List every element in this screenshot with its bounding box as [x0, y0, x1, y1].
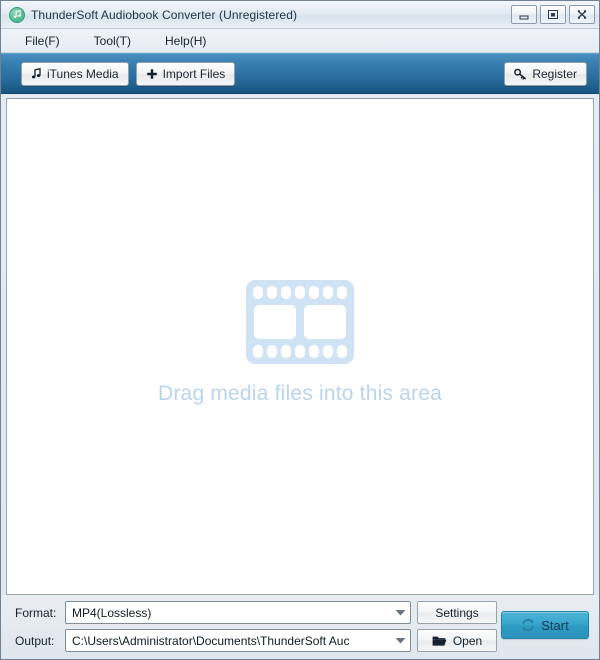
main-toolbar: iTunes Media Import Files Register — [1, 53, 599, 94]
title-bar: ThunderSoft Audiobook Converter (Unregis… — [1, 1, 599, 29]
format-value: MP4(Lossless) — [72, 605, 152, 620]
toolbar-left-group: iTunes Media Import Files — [21, 61, 236, 86]
key-icon — [514, 68, 527, 80]
open-button[interactable]: Open — [417, 629, 497, 652]
media-drop-area[interactable]: Drag media files into this area — [6, 98, 594, 595]
minimize-button[interactable] — [511, 5, 537, 24]
window-title: ThunderSoft Audiobook Converter (Unregis… — [31, 7, 298, 22]
chevron-down-icon[interactable] — [390, 630, 410, 651]
maximize-button[interactable] — [540, 5, 566, 24]
folder-icon — [432, 636, 447, 646]
register-label: Register — [532, 66, 577, 81]
itunes-media-label: iTunes Media — [47, 66, 119, 81]
itunes-media-button[interactable]: iTunes Media — [21, 61, 129, 86]
chevron-down-icon[interactable] — [390, 602, 410, 623]
menu-bar: File(F) Tool(T) Help(H) — [1, 29, 599, 53]
plus-icon — [146, 68, 157, 79]
content-wrapper: Drag media files into this area — [1, 94, 599, 595]
output-select[interactable]: C:\Users\Administrator\Documents\Thunder… — [65, 629, 411, 652]
output-value: C:\Users\Administrator\Documents\Thunder… — [72, 633, 350, 648]
close-icon — [577, 10, 587, 19]
output-label: Output: — [15, 633, 55, 648]
close-button[interactable] — [569, 5, 595, 24]
music-note-icon — [31, 67, 41, 78]
film-strip-icon — [244, 278, 356, 366]
toolbar-right-group: Register — [504, 61, 587, 86]
drop-hint-text: Drag media files into this area — [158, 381, 442, 405]
open-label: Open — [452, 633, 483, 648]
format-label: Format: — [15, 605, 57, 620]
music-note-app-icon — [9, 6, 25, 23]
drop-placeholder: Drag media files into this area — [158, 278, 442, 406]
minimize-icon — [519, 15, 529, 19]
format-select[interactable]: MP4(Lossless) — [65, 601, 411, 624]
window-controls — [511, 5, 595, 24]
application-window: ThunderSoft Audiobook Converter (Unregis… — [0, 0, 600, 660]
settings-button[interactable]: Settings — [417, 601, 497, 624]
settings-label: Settings — [435, 605, 479, 620]
menu-help[interactable]: Help(H) — [155, 32, 216, 50]
menu-file[interactable]: File(F) — [15, 32, 70, 50]
maximize-icon — [548, 10, 558, 19]
import-files-button[interactable]: Import Files — [135, 61, 236, 86]
menu-tool[interactable]: Tool(T) — [84, 32, 141, 50]
bottom-panel: Format: MP4(Lossless) Settings Output: C… — [1, 595, 599, 659]
start-label: Start — [541, 617, 569, 633]
register-button[interactable]: Register — [504, 61, 587, 86]
refresh-convert-icon — [522, 618, 534, 632]
start-button[interactable]: Start — [501, 611, 589, 639]
import-files-label: Import Files — [162, 66, 226, 81]
